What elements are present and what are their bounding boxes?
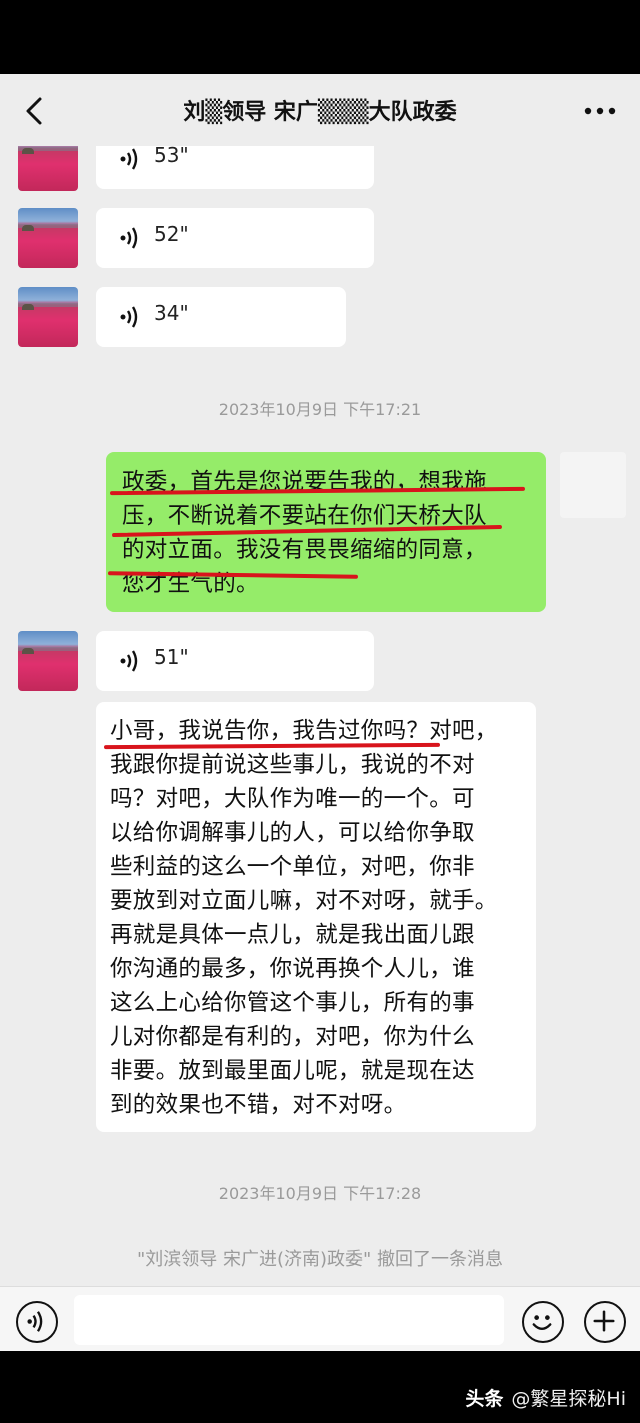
- avatar[interactable]: [18, 631, 78, 691]
- voice-wave-icon: [120, 650, 138, 672]
- timestamp: 2023年10月9日 下午17:21: [218, 400, 422, 419]
- chevron-left-icon[interactable]: [18, 94, 52, 128]
- voice-wave-icon: [120, 148, 138, 170]
- voice-input-icon[interactable]: [16, 1301, 58, 1343]
- message-line: 我跟你提前说这些事儿，我说的不对: [110, 752, 475, 778]
- voice-duration: 52": [154, 222, 189, 246]
- recall-notice: "刘滨领导 宋广进(济南)政委" 撤回了一条消息: [136, 1249, 504, 1270]
- voice-message[interactable]: 52": [96, 208, 374, 268]
- message-line: 吗？对吧，大队作为唯一的一个。可: [110, 786, 475, 812]
- more-dots-icon[interactable]: [582, 96, 618, 126]
- voice-wave-icon: [120, 306, 138, 328]
- message-line: 到的效果也不错，对不对呀。: [110, 1092, 407, 1118]
- voice-message[interactable]: 34": [96, 287, 346, 347]
- message-line: 些利益的这么一个单位，对吧，你非: [110, 854, 475, 880]
- message-line: 非要。放到最里面儿呢，就是现在达: [110, 1058, 475, 1084]
- watermark: 头条 @繁星探秘Hi: [465, 1384, 626, 1411]
- chat-screen: 刘▒领导 宋广▒▒▒大队政委 53" 刘▒领导 宋广▒▒▒大队政委: [0, 74, 640, 1351]
- status-bar-area: [0, 0, 640, 74]
- received-message-text: 小哥，我说告你，我告过你吗？对吧， 我跟你提前说这些事儿，我说的不对 吗？对吧，…: [110, 714, 535, 1122]
- watermark-account: @繁星探秘Hi: [511, 1388, 626, 1410]
- voice-duration: 53": [154, 143, 189, 167]
- message-line: 儿对你都是有利的，对吧，你为什么: [110, 1024, 475, 1050]
- avatar[interactable]: [18, 208, 78, 268]
- message-line: 再就是具体一点儿，就是我出面儿跟: [110, 922, 475, 948]
- chat-title: 刘▒领导 宋广▒▒▒大队政委: [183, 100, 457, 125]
- timestamp: 2023年10月9日 下午17:28: [218, 1184, 422, 1203]
- avatar[interactable]: [18, 287, 78, 347]
- message-line: 要放到对立面儿嘛，对不对呀，就手。: [110, 888, 498, 914]
- message-input[interactable]: [74, 1295, 504, 1345]
- input-bar: [0, 1286, 640, 1351]
- message-line: 的对立面。我没有畏畏缩缩的同意，: [122, 537, 487, 563]
- my-avatar[interactable]: [560, 452, 626, 518]
- watermark-brand: 头条: [465, 1388, 504, 1410]
- voice-wave-icon: [120, 227, 138, 249]
- message-line: 以给你调解事儿的人，可以给你争取: [110, 820, 475, 846]
- emoji-icon[interactable]: [522, 1301, 564, 1343]
- voice-duration: 51": [154, 645, 189, 669]
- voice-message[interactable]: 51": [96, 631, 374, 691]
- message-line: 这么上心给你管这个事儿，所有的事: [110, 990, 475, 1016]
- voice-duration: 34": [154, 301, 189, 325]
- message-line: 你沟通的最多，你说再换个人儿，谁: [110, 956, 475, 982]
- plus-icon[interactable]: [584, 1301, 626, 1343]
